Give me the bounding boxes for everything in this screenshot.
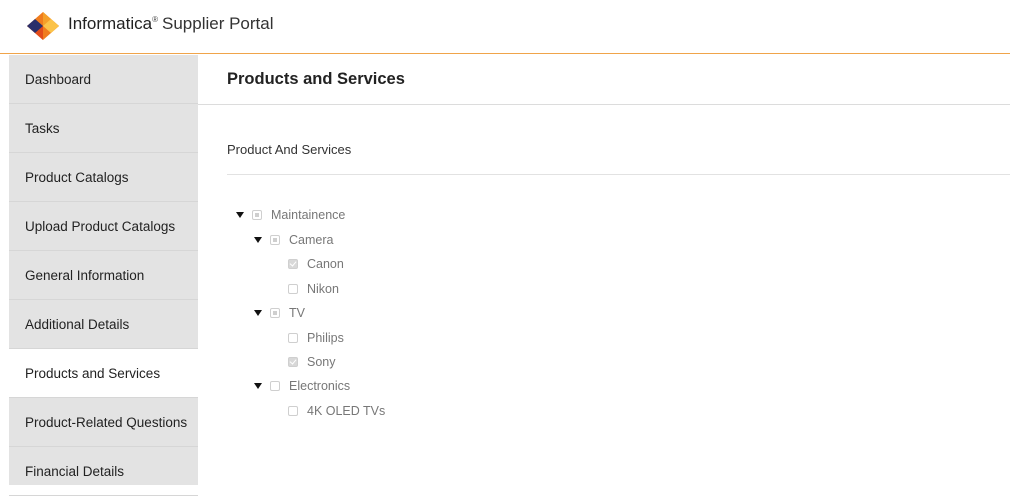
tree-node-4k-oled-tvs: 4K OLED TVs <box>288 403 385 419</box>
caret-down-icon[interactable] <box>254 309 262 317</box>
top-header: Informatica® Supplier Portal <box>0 0 1010 54</box>
sidebar-item-label: Dashboard <box>25 71 92 87</box>
checkbox-electronics[interactable] <box>270 381 280 391</box>
sidebar-item-product-catalogs[interactable]: Product Catalogs <box>9 153 198 202</box>
section-divider <box>227 174 1010 175</box>
sidebar-item-label: Product-Related Questions <box>25 414 188 430</box>
checkbox-maintainence[interactable] <box>252 210 262 220</box>
tree-node-label: Maintainence <box>271 208 346 222</box>
portal-name: Supplier Portal <box>162 14 274 33</box>
title-divider <box>198 104 1010 105</box>
tree-node-sony: Sony <box>288 354 336 370</box>
caret-down-icon[interactable] <box>254 382 262 390</box>
sidebar-item-label: Upload Product Catalogs <box>25 218 176 234</box>
tree-node-tv: TV <box>254 305 305 321</box>
sidebar-item-label: Additional Details <box>25 316 130 332</box>
checkbox-nikon[interactable] <box>288 284 298 294</box>
sidebar-item-products-and-services[interactable]: Products and Services <box>9 349 198 398</box>
tree-node-label: Sony <box>307 355 336 369</box>
sidebar-item-product-related-questions[interactable]: Product-Related Questions <box>9 398 198 447</box>
checkbox-4k-oled-tvs[interactable] <box>288 406 298 416</box>
tree-node-label: TV <box>289 306 305 320</box>
caret-down-icon[interactable] <box>236 211 244 219</box>
sidebar-nav: Dashboard Tasks Product Catalogs Upload … <box>9 55 198 496</box>
sidebar-item-dashboard[interactable]: Dashboard <box>9 55 198 104</box>
tree-node-canon: Canon <box>288 256 344 272</box>
sidebar-item-label: Tasks <box>25 120 60 136</box>
tree-node-maintainence: Maintainence <box>236 207 345 223</box>
sidebar-item-additional-details[interactable]: Additional Details <box>9 300 198 349</box>
tree-node-camera: Camera <box>254 232 333 248</box>
checkbox-camera[interactable] <box>270 235 280 245</box>
sidebar-item-tasks[interactable]: Tasks <box>9 104 198 153</box>
tree-node-label: Camera <box>289 233 334 247</box>
brand-name: Informatica <box>68 14 153 33</box>
checkbox-tv[interactable] <box>270 308 280 318</box>
checkbox-sony[interactable] <box>288 357 298 367</box>
sidebar-item-general-information[interactable]: General Information <box>9 251 198 300</box>
sidebar-item-financial-details[interactable]: Financial Details <box>9 447 198 496</box>
caret-down-icon[interactable] <box>254 236 262 244</box>
sidebar-item-label: General Information <box>25 267 145 283</box>
brand-title: Informatica® Supplier Portal <box>68 14 274 34</box>
section-title: Product And Services <box>227 142 352 157</box>
sidebar-item-label: Product Catalogs <box>25 169 129 185</box>
tree-node-philips: Philips <box>288 330 344 346</box>
tree-node-label: 4K OLED TVs <box>307 404 386 418</box>
tree-node-label: Electronics <box>289 379 351 393</box>
registered-mark: ® <box>152 15 158 25</box>
sidebar-item-label: Products and Services <box>25 365 161 381</box>
informatica-logo-icon <box>27 12 59 40</box>
tree-node-nikon: Nikon <box>288 281 339 297</box>
tree-node-label: Nikon <box>307 282 339 296</box>
sidebar-item-upload-product-catalogs[interactable]: Upload Product Catalogs <box>9 202 198 251</box>
tree-node-label: Philips <box>307 331 344 345</box>
page-title: Products and Services <box>227 70 405 88</box>
checkbox-philips[interactable] <box>288 333 298 343</box>
checkbox-canon[interactable] <box>288 259 298 269</box>
tree-node-electronics: Electronics <box>254 378 350 394</box>
sidebar-item-label: Financial Details <box>25 463 125 479</box>
tree-node-label: Canon <box>307 257 344 271</box>
